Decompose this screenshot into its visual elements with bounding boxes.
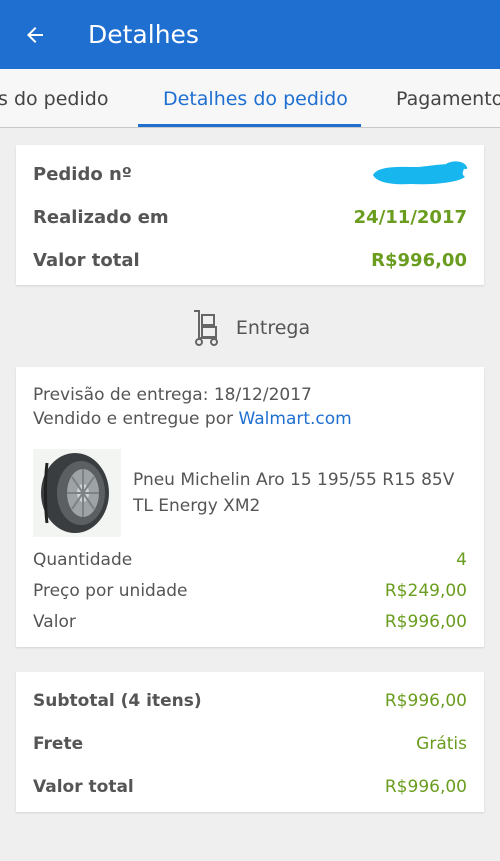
sold-by-prefix: Vendido e entregue por	[33, 409, 239, 429]
grand-total-value: R$996,00	[384, 777, 467, 797]
placed-date-row: Realizado em 24/11/2017	[33, 204, 467, 230]
delivery-forecast: Previsão de entrega: 18/12/2017	[33, 385, 312, 405]
order-summary-card: Pedido nº Realizado em 24/11/2017 Valor …	[16, 145, 484, 285]
shipping-value: Grátis	[416, 734, 467, 754]
order-total-row: Valor total R$996,00	[33, 247, 467, 273]
item-value-row: Valor R$996,00	[33, 610, 467, 634]
subtotal-row: Subtotal (4 itens) R$996,00	[33, 688, 467, 714]
product-name[interactable]: Pneu Michelin Aro 15 195/55 R15 85V TL E…	[133, 467, 473, 519]
quantity-row: Quantidade 4	[33, 548, 467, 572]
subtotal-value: R$996,00	[384, 691, 467, 711]
back-button[interactable]	[0, 0, 70, 69]
placed-date: 24/11/2017	[353, 206, 467, 228]
active-tab-indicator	[138, 124, 361, 127]
item-value-label: Valor	[33, 612, 76, 632]
order-total-value: R$996,00	[371, 249, 467, 271]
shipment-card: Previsão de entrega: 18/12/2017 Vendido …	[16, 367, 484, 647]
tire-icon	[41, 453, 109, 533]
redacted-order-number	[373, 161, 467, 185]
shipping-label: Frete	[33, 734, 84, 754]
unit-price-row: Preço por unidade R$249,00	[33, 579, 467, 603]
item-value-value: R$996,00	[384, 612, 467, 632]
sold-by-line: Vendido e entregue por Walmart.com	[33, 409, 352, 429]
grand-total-row: Valor total R$996,00	[33, 774, 467, 800]
arrow-left-icon	[27, 26, 43, 43]
quantity-label: Quantidade	[33, 550, 133, 570]
tab-bar: s do pedido Detalhes do pedido Pagamento	[0, 69, 500, 128]
totals-card: Subtotal (4 itens) R$996,00 Frete Grátis…	[16, 672, 484, 812]
tab-order-status[interactable]: s do pedido	[0, 69, 108, 127]
tab-order-details[interactable]: Detalhes do pedido	[163, 69, 348, 127]
product-image[interactable]	[33, 449, 121, 537]
delivery-section-header: Entrega	[0, 306, 500, 350]
page-title: Detalhes	[88, 20, 199, 49]
delivery-section-label: Entrega	[235, 317, 311, 339]
grand-total-label: Valor total	[33, 777, 134, 797]
unit-price-value: R$249,00	[384, 581, 467, 601]
order-total-label: Valor total	[33, 249, 140, 271]
order-number-row: Pedido nº	[33, 161, 467, 187]
seller-link[interactable]: Walmart.com	[239, 409, 352, 429]
unit-price-label: Preço por unidade	[33, 581, 188, 601]
order-number-label: Pedido nº	[33, 163, 132, 185]
placed-label: Realizado em	[33, 206, 169, 228]
shipping-row: Frete Grátis	[33, 731, 467, 757]
delivery-cart-icon	[193, 310, 218, 346]
app-bar: Detalhes	[0, 0, 500, 69]
tab-payment[interactable]: Pagamento	[396, 69, 500, 127]
subtotal-label: Subtotal (4 itens)	[33, 691, 202, 711]
quantity-value: 4	[456, 550, 467, 570]
